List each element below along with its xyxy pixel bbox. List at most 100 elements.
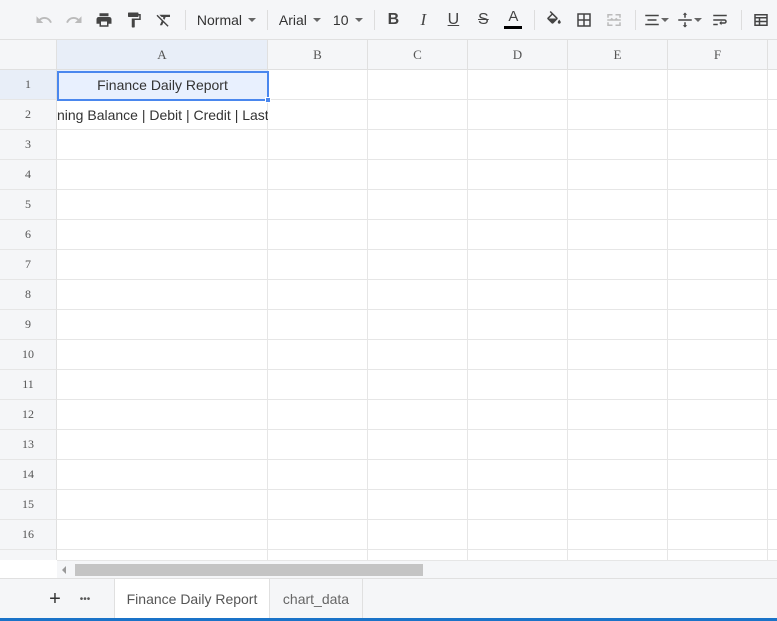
font-select[interactable]: Arial [273,12,327,28]
cell[interactable] [268,130,368,160]
underline-icon[interactable]: U [439,6,467,34]
row-header[interactable]: 15 [0,490,57,520]
cell[interactable] [368,520,468,550]
cell[interactable] [368,430,468,460]
column-header[interactable]: A [57,40,268,70]
cell[interactable] [368,340,468,370]
cell[interactable] [268,520,368,550]
cell[interactable] [268,100,368,130]
cell[interactable] [768,370,777,400]
cell[interactable] [568,220,668,250]
cell[interactable] [268,70,368,100]
cell[interactable] [668,130,768,160]
cell[interactable] [368,70,468,100]
cell[interactable] [468,310,568,340]
cell[interactable] [768,100,777,130]
merge-cells-icon[interactable] [600,6,628,34]
cell[interactable] [468,70,568,100]
cell[interactable] [568,460,668,490]
horizontal-align-icon[interactable] [641,6,671,34]
row-header[interactable]: 6 [0,220,57,250]
column-header[interactable]: E [568,40,668,70]
cell[interactable] [368,220,468,250]
borders-icon[interactable] [570,6,598,34]
cell[interactable] [668,490,768,520]
cell[interactable] [268,490,368,520]
cell[interactable] [468,220,568,250]
cell[interactable] [268,550,368,560]
cell[interactable] [468,430,568,460]
cell[interactable] [568,70,668,100]
cell[interactable] [468,190,568,220]
cell[interactable] [368,490,468,520]
cell[interactable] [468,160,568,190]
cell[interactable] [268,310,368,340]
scroll-left-icon[interactable] [62,566,66,574]
cell[interactable] [768,280,777,310]
cell[interactable] [468,520,568,550]
row-header[interactable]: 7 [0,250,57,280]
cell[interactable] [468,550,568,560]
cell[interactable] [668,100,768,130]
cell[interactable] [568,520,668,550]
more-sheets-button[interactable]: ••• [72,579,98,619]
cell[interactable] [468,100,568,130]
cell[interactable] [368,100,468,130]
cell[interactable] [268,190,368,220]
scrollbar-thumb[interactable] [75,564,423,576]
cell[interactable] [468,130,568,160]
cell[interactable] [57,490,268,520]
row-header[interactable]: 3 [0,130,57,160]
row-header[interactable]: 2 [0,100,57,130]
cell[interactable] [57,520,268,550]
cell[interactable] [668,190,768,220]
cell[interactable] [768,520,777,550]
vertical-align-icon[interactable] [674,6,704,34]
cell[interactable] [568,340,668,370]
cell[interactable] [268,250,368,280]
cell[interactable] [768,130,777,160]
cell[interactable] [368,370,468,400]
cell[interactable] [268,400,368,430]
cell[interactable] [368,280,468,310]
column-header[interactable]: B [268,40,368,70]
cell[interactable] [57,340,268,370]
row-header[interactable]: 4 [0,160,57,190]
cell[interactable] [668,370,768,400]
tab-finance-daily-report[interactable]: Finance Daily Report [114,579,270,619]
cell[interactable] [368,160,468,190]
cell[interactable] [568,550,668,560]
strikethrough-icon[interactable]: S [469,6,497,34]
add-sheet-button[interactable]: + [42,579,68,619]
cell[interactable] [568,490,668,520]
cell[interactable] [568,160,668,190]
cell[interactable] [668,70,768,100]
cell[interactable] [668,520,768,550]
fill-handle[interactable] [265,97,271,103]
cell[interactable] [268,280,368,310]
cell[interactable] [568,310,668,340]
row-header[interactable]: 17 [0,550,57,560]
cell[interactable] [268,340,368,370]
cell[interactable] [468,400,568,430]
cell[interactable] [668,160,768,190]
cell[interactable] [468,490,568,520]
cell[interactable] [57,220,268,250]
cell[interactable] [668,250,768,280]
cell[interactable] [768,430,777,460]
row-header[interactable]: 9 [0,310,57,340]
cell[interactable] [768,460,777,490]
font-size-select[interactable]: 10 [327,12,369,28]
cell[interactable] [468,340,568,370]
undo-icon[interactable] [30,6,58,34]
cell[interactable] [568,100,668,130]
column-header[interactable]: C [368,40,468,70]
row-header[interactable]: 5 [0,190,57,220]
cell[interactable] [568,250,668,280]
cell[interactable] [568,370,668,400]
cell[interactable] [568,280,668,310]
cell[interactable] [468,250,568,280]
cell[interactable] [768,70,777,100]
cell[interactable] [768,310,777,340]
cell[interactable] [768,340,777,370]
